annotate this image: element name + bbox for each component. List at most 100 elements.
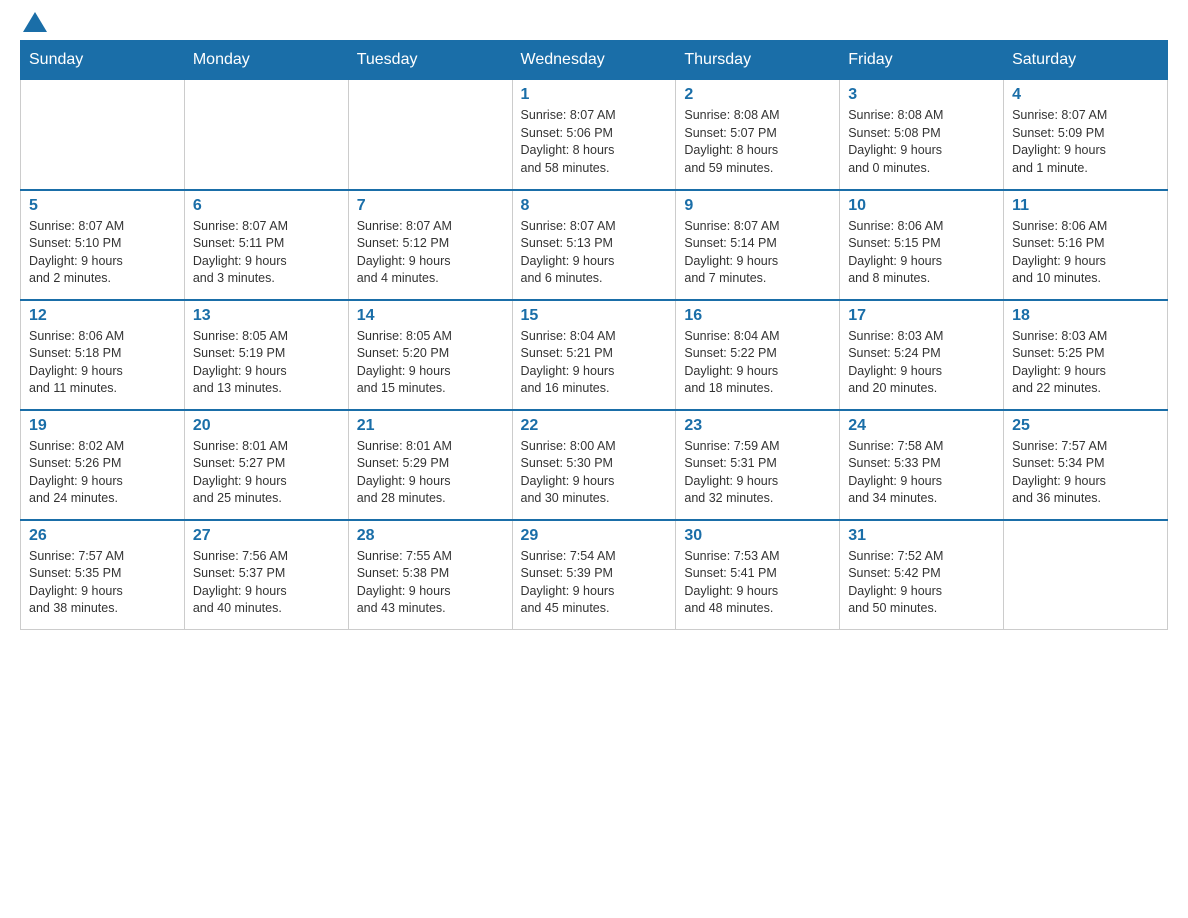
calendar-cell: 4 Sunrise: 8:07 AM Sunset: 5:09 PM Daylig…: [1004, 80, 1168, 190]
day-info: Sunrise: 8:08 AM Sunset: 5:07 PM Dayligh…: [684, 107, 831, 177]
day-info: Sunrise: 8:07 AM Sunset: 5:06 PM Dayligh…: [521, 107, 668, 177]
day-info: Sunrise: 8:07 AM Sunset: 5:11 PM Dayligh…: [193, 218, 340, 288]
day-info: Sunrise: 8:05 AM Sunset: 5:20 PM Dayligh…: [357, 328, 504, 398]
calendar-cell: 13 Sunrise: 8:05 AM Sunset: 5:19 PM Dayli…: [184, 300, 348, 410]
day-info: Sunrise: 8:04 AM Sunset: 5:21 PM Dayligh…: [521, 328, 668, 398]
day-info: Sunrise: 8:06 AM Sunset: 5:18 PM Dayligh…: [29, 328, 176, 398]
weekday-header-monday: Monday: [184, 41, 348, 80]
calendar-table: SundayMondayTuesdayWednesdayThursdayFrid…: [20, 40, 1168, 630]
calendar-cell: 2 Sunrise: 8:08 AM Sunset: 5:07 PM Daylig…: [676, 80, 840, 190]
day-info: Sunrise: 7:54 AM Sunset: 5:39 PM Dayligh…: [521, 548, 668, 618]
day-number: 21: [357, 417, 504, 435]
day-number: 27: [193, 527, 340, 545]
day-number: 31: [848, 527, 995, 545]
day-number: 7: [357, 197, 504, 215]
calendar-cell: 21 Sunrise: 8:01 AM Sunset: 5:29 PM Dayli…: [348, 410, 512, 520]
day-info: Sunrise: 7:53 AM Sunset: 5:41 PM Dayligh…: [684, 548, 831, 618]
day-info: Sunrise: 8:07 AM Sunset: 5:12 PM Dayligh…: [357, 218, 504, 288]
calendar-cell: [1004, 520, 1168, 630]
calendar-cell: 30 Sunrise: 7:53 AM Sunset: 5:41 PM Dayli…: [676, 520, 840, 630]
day-info: Sunrise: 8:00 AM Sunset: 5:30 PM Dayligh…: [521, 438, 668, 508]
day-number: 5: [29, 197, 176, 215]
logo-triangle-icon: [23, 12, 47, 32]
calendar-cell: 14 Sunrise: 8:05 AM Sunset: 5:20 PM Dayli…: [348, 300, 512, 410]
weekday-header-row: SundayMondayTuesdayWednesdayThursdayFrid…: [21, 41, 1168, 80]
day-info: Sunrise: 8:07 AM Sunset: 5:14 PM Dayligh…: [684, 218, 831, 288]
day-info: Sunrise: 8:05 AM Sunset: 5:19 PM Dayligh…: [193, 328, 340, 398]
day-number: 13: [193, 307, 340, 325]
calendar-cell: 5 Sunrise: 8:07 AM Sunset: 5:10 PM Daylig…: [21, 190, 185, 300]
week-row-4: 19 Sunrise: 8:02 AM Sunset: 5:26 PM Dayli…: [21, 410, 1168, 520]
day-info: Sunrise: 8:07 AM Sunset: 5:09 PM Dayligh…: [1012, 107, 1159, 177]
calendar-cell: 10 Sunrise: 8:06 AM Sunset: 5:15 PM Dayli…: [840, 190, 1004, 300]
calendar-cell: 27 Sunrise: 7:56 AM Sunset: 5:37 PM Dayli…: [184, 520, 348, 630]
day-info: Sunrise: 8:04 AM Sunset: 5:22 PM Dayligh…: [684, 328, 831, 398]
day-number: 2: [684, 86, 831, 104]
day-info: Sunrise: 8:02 AM Sunset: 5:26 PM Dayligh…: [29, 438, 176, 508]
weekday-header-tuesday: Tuesday: [348, 41, 512, 80]
day-number: 9: [684, 197, 831, 215]
calendar-cell: 12 Sunrise: 8:06 AM Sunset: 5:18 PM Dayli…: [21, 300, 185, 410]
week-row-1: 1 Sunrise: 8:07 AM Sunset: 5:06 PM Daylig…: [21, 80, 1168, 190]
day-number: 16: [684, 307, 831, 325]
day-number: 18: [1012, 307, 1159, 325]
day-info: Sunrise: 8:06 AM Sunset: 5:16 PM Dayligh…: [1012, 218, 1159, 288]
day-info: Sunrise: 8:06 AM Sunset: 5:15 PM Dayligh…: [848, 218, 995, 288]
day-info: Sunrise: 7:58 AM Sunset: 5:33 PM Dayligh…: [848, 438, 995, 508]
day-info: Sunrise: 8:01 AM Sunset: 5:29 PM Dayligh…: [357, 438, 504, 508]
day-number: 8: [521, 197, 668, 215]
calendar-cell: 22 Sunrise: 8:00 AM Sunset: 5:30 PM Dayli…: [512, 410, 676, 520]
day-number: 3: [848, 86, 995, 104]
weekday-header-sunday: Sunday: [21, 41, 185, 80]
day-number: 30: [684, 527, 831, 545]
calendar-cell: 19 Sunrise: 8:02 AM Sunset: 5:26 PM Dayli…: [21, 410, 185, 520]
calendar-cell: 18 Sunrise: 8:03 AM Sunset: 5:25 PM Dayli…: [1004, 300, 1168, 410]
day-info: Sunrise: 7:59 AM Sunset: 5:31 PM Dayligh…: [684, 438, 831, 508]
day-info: Sunrise: 8:03 AM Sunset: 5:25 PM Dayligh…: [1012, 328, 1159, 398]
day-number: 17: [848, 307, 995, 325]
calendar-cell: 31 Sunrise: 7:52 AM Sunset: 5:42 PM Dayli…: [840, 520, 1004, 630]
day-number: 4: [1012, 86, 1159, 104]
day-number: 12: [29, 307, 176, 325]
day-number: 15: [521, 307, 668, 325]
calendar-cell: 15 Sunrise: 8:04 AM Sunset: 5:21 PM Dayli…: [512, 300, 676, 410]
day-info: Sunrise: 7:57 AM Sunset: 5:35 PM Dayligh…: [29, 548, 176, 618]
page-header: [20, 20, 1168, 30]
day-info: Sunrise: 8:08 AM Sunset: 5:08 PM Dayligh…: [848, 107, 995, 177]
calendar-cell: 29 Sunrise: 7:54 AM Sunset: 5:39 PM Dayli…: [512, 520, 676, 630]
calendar-cell: 7 Sunrise: 8:07 AM Sunset: 5:12 PM Daylig…: [348, 190, 512, 300]
calendar-cell: 23Sunrise: 7:59 AM Sunset: 5:31 PM Dayli…: [676, 410, 840, 520]
day-number: 1: [521, 86, 668, 104]
day-info: Sunrise: 7:56 AM Sunset: 5:37 PM Dayligh…: [193, 548, 340, 618]
calendar-cell: 25 Sunrise: 7:57 AM Sunset: 5:34 PM Dayli…: [1004, 410, 1168, 520]
calendar-cell: 28Sunrise: 7:55 AM Sunset: 5:38 PM Dayli…: [348, 520, 512, 630]
week-row-2: 5 Sunrise: 8:07 AM Sunset: 5:10 PM Daylig…: [21, 190, 1168, 300]
day-info: Sunrise: 7:57 AM Sunset: 5:34 PM Dayligh…: [1012, 438, 1159, 508]
day-number: 24: [848, 417, 995, 435]
day-info: Sunrise: 8:07 AM Sunset: 5:10 PM Dayligh…: [29, 218, 176, 288]
day-number: 19: [29, 417, 176, 435]
day-number: 6: [193, 197, 340, 215]
day-info: Sunrise: 7:52 AM Sunset: 5:42 PM Dayligh…: [848, 548, 995, 618]
day-number: 10: [848, 197, 995, 215]
day-number: 26: [29, 527, 176, 545]
day-number: 11: [1012, 197, 1159, 215]
calendar-cell: 24 Sunrise: 7:58 AM Sunset: 5:33 PM Dayli…: [840, 410, 1004, 520]
calendar-cell: 1 Sunrise: 8:07 AM Sunset: 5:06 PM Daylig…: [512, 80, 676, 190]
day-number: 29: [521, 527, 668, 545]
calendar-cell: 11 Sunrise: 8:06 AM Sunset: 5:16 PM Dayli…: [1004, 190, 1168, 300]
calendar-cell: 6 Sunrise: 8:07 AM Sunset: 5:11 PM Daylig…: [184, 190, 348, 300]
day-number: 25: [1012, 417, 1159, 435]
calendar-cell: [184, 80, 348, 190]
weekday-header-thursday: Thursday: [676, 41, 840, 80]
day-number: 14: [357, 307, 504, 325]
day-number: 28: [357, 527, 504, 545]
calendar-cell: 9 Sunrise: 8:07 AM Sunset: 5:14 PM Daylig…: [676, 190, 840, 300]
day-number: 22: [521, 417, 668, 435]
calendar-cell: 3 Sunrise: 8:08 AM Sunset: 5:08 PM Daylig…: [840, 80, 1004, 190]
calendar-cell: 26 Sunrise: 7:57 AM Sunset: 5:35 PM Dayli…: [21, 520, 185, 630]
week-row-3: 12 Sunrise: 8:06 AM Sunset: 5:18 PM Dayli…: [21, 300, 1168, 410]
day-info: Sunrise: 8:07 AM Sunset: 5:13 PM Dayligh…: [521, 218, 668, 288]
calendar-cell: 8 Sunrise: 8:07 AM Sunset: 5:13 PM Daylig…: [512, 190, 676, 300]
day-number: 20: [193, 417, 340, 435]
